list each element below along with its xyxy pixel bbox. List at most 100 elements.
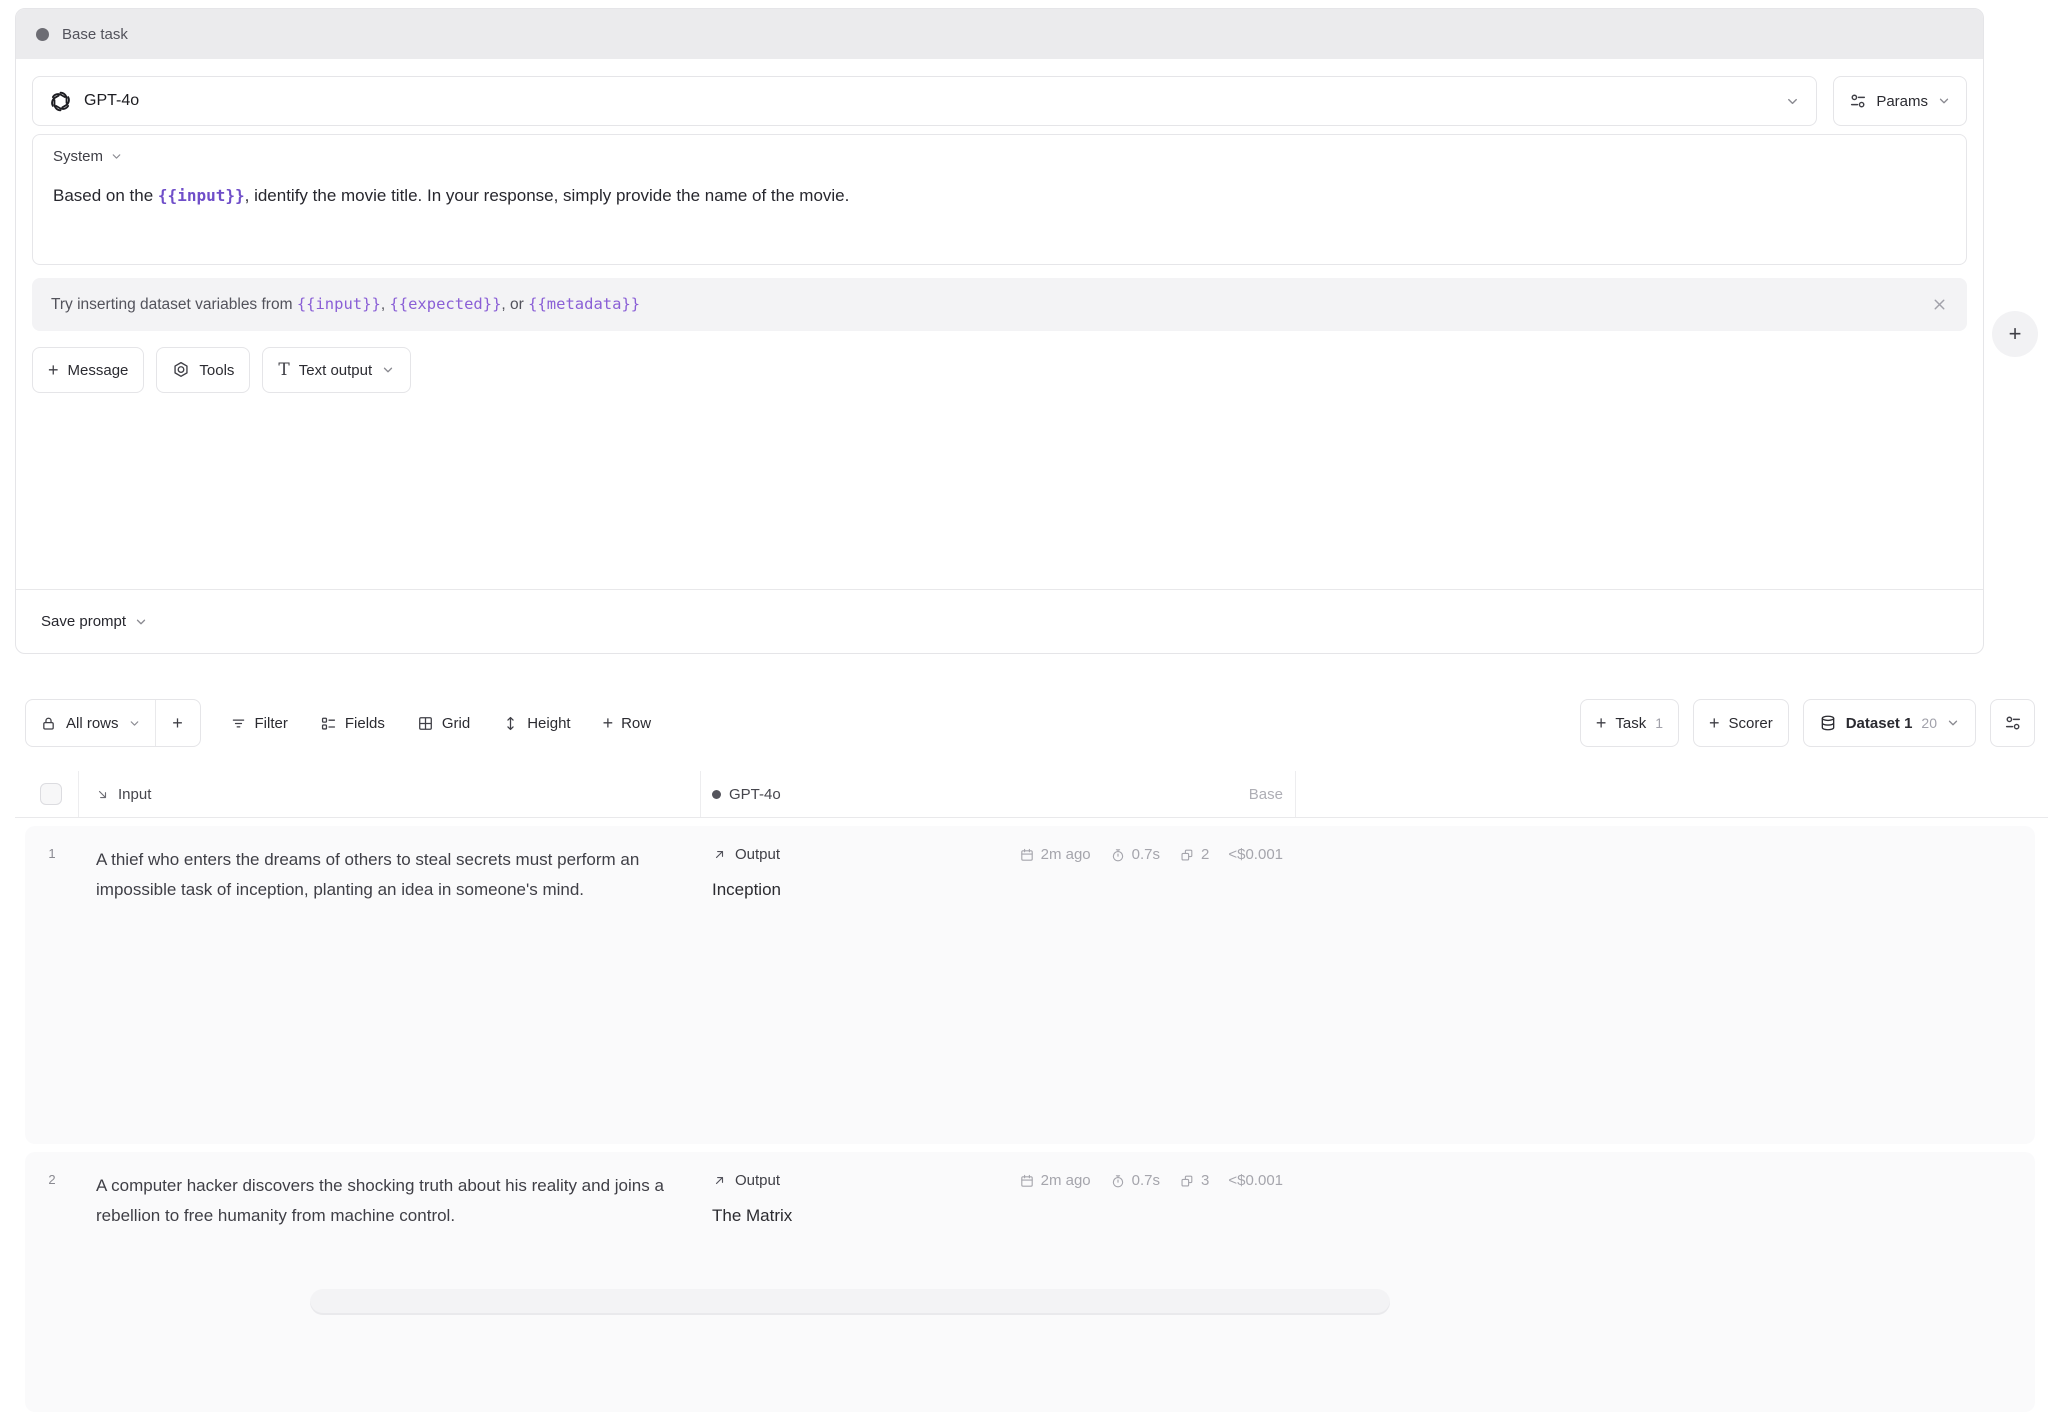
all-rows-dropdown[interactable]: All rows: [26, 700, 155, 746]
grid-button[interactable]: Grid: [404, 699, 483, 747]
duration-value: 0.7s: [1132, 1172, 1160, 1189]
prompt-text[interactable]: Based on the {{input}}, identify the mov…: [53, 182, 1946, 209]
row-input-cell: A computer hacker discovers the shocking…: [96, 1171, 674, 1231]
cost-value: <$0.001: [1228, 1172, 1283, 1189]
scorer-label: Scorer: [1729, 715, 1773, 732]
hint-text: Try inserting dataset variables from {{i…: [51, 295, 1931, 314]
database-icon: [1819, 714, 1837, 732]
toolbar-right: + Task 1 + Scorer Dataset 1 20: [1580, 699, 2035, 747]
grid-icon: [417, 715, 434, 732]
output-value: The Matrix: [712, 1206, 792, 1226]
fields-label: Fields: [345, 715, 385, 732]
dataset-count: 20: [1921, 715, 1937, 731]
tools-label: Tools: [199, 362, 234, 379]
row-number: 1: [41, 846, 63, 861]
prompt-input-variable: {{input}}: [158, 186, 245, 205]
text-output-button[interactable]: T Text output: [262, 347, 411, 393]
sliders-icon: [2004, 714, 2022, 732]
hint-metadata-variable: {{metadata}}: [528, 295, 640, 313]
hexagon-nut-icon: [172, 361, 190, 379]
model-name: GPT-4o: [84, 92, 139, 110]
timestamp: 2m ago: [1019, 846, 1091, 863]
chevron-down-icon: [1946, 716, 1960, 730]
token-count-value: 3: [1201, 1172, 1209, 1189]
plus-icon: +: [172, 714, 183, 732]
height-label: Height: [527, 715, 570, 732]
timestamp: 2m ago: [1019, 1172, 1091, 1189]
plus-icon: +: [48, 361, 59, 379]
cost: <$0.001: [1228, 1172, 1283, 1189]
dataset-selector[interactable]: Dataset 1 20: [1803, 699, 1976, 747]
prompt-editor[interactable]: System Based on the {{input}}, identify …: [32, 134, 1967, 265]
dataset-label: Dataset 1: [1846, 715, 1913, 732]
token-count-value: 2: [1201, 846, 1209, 863]
filter-lines-icon: [230, 715, 247, 732]
chevron-down-icon: [1937, 94, 1951, 108]
row-height-icon: [502, 715, 519, 732]
toolbar-left: All rows + Filter: [25, 699, 664, 747]
tools-button[interactable]: Tools: [156, 347, 250, 393]
timestamp-value: 2m ago: [1041, 846, 1091, 863]
model-select[interactable]: GPT-4o: [32, 76, 1817, 126]
add-task-panel-button[interactable]: +: [1992, 311, 2038, 357]
add-scorer-button[interactable]: + Scorer: [1693, 699, 1789, 747]
filter-label: Filter: [255, 715, 288, 732]
hint-expected-variable: {{expected}}: [389, 295, 501, 313]
calendar-icon: [1019, 847, 1035, 863]
dataset-variables-hint: Try inserting dataset variables from {{i…: [32, 278, 1967, 331]
prompt-text-after: , identify the movie title. In your resp…: [245, 186, 850, 205]
add-row-label: Row: [621, 715, 651, 732]
timestamp-value: 2m ago: [1041, 1172, 1091, 1189]
table-settings-button[interactable]: [1990, 699, 2035, 747]
add-row-button[interactable]: + Row: [590, 699, 665, 747]
token-count: 3: [1179, 1172, 1209, 1189]
input-column-label: Input: [118, 786, 151, 803]
add-message-button[interactable]: + Message: [32, 347, 144, 393]
message-role-dropdown[interactable]: System: [53, 148, 123, 165]
text-output-label: Text output: [299, 362, 372, 379]
row-metadata: 2m ago 0.7s 2 <$0.001: [712, 846, 1283, 863]
tokens-icon: [1179, 847, 1195, 863]
model-status-dot-icon: [712, 790, 721, 799]
filter-button[interactable]: Filter: [217, 699, 301, 747]
prompt-actions: + Message Tools T Text output: [32, 347, 1967, 393]
column-header-input[interactable]: Input: [95, 771, 151, 817]
table-header: Input GPT-4o Base: [15, 771, 2048, 818]
add-view-button[interactable]: +: [155, 700, 200, 746]
height-button[interactable]: Height: [489, 699, 583, 747]
sliders-icon: [1849, 92, 1867, 110]
grid-label: Grid: [442, 715, 470, 732]
row-metadata: 2m ago 0.7s 3 <$0.001: [712, 1172, 1283, 1189]
save-prompt-label: Save prompt: [41, 613, 126, 630]
tokens-icon: [1179, 1173, 1195, 1189]
chevron-down-icon: [1785, 94, 1800, 109]
layout-list-icon: [320, 715, 337, 732]
openai-logo-icon: [49, 90, 72, 113]
chevron-down-icon: [134, 615, 148, 629]
table-row[interactable]: 1 A thief who enters the dreams of other…: [25, 826, 2035, 1144]
duration: 0.7s: [1110, 1172, 1160, 1189]
column-divider: [1295, 771, 1296, 817]
column-header-model[interactable]: GPT-4o: [712, 771, 781, 817]
fields-button[interactable]: Fields: [307, 699, 398, 747]
params-button[interactable]: Params: [1833, 76, 1967, 126]
add-task-button[interactable]: + Task 1: [1580, 699, 1679, 747]
task-status-dot-icon: [36, 28, 49, 41]
arrow-down-right-icon: [95, 787, 110, 802]
chevron-down-icon: [128, 717, 141, 730]
calendar-icon: [1019, 1173, 1035, 1189]
select-all-checkbox[interactable]: [40, 783, 62, 805]
prompt-text-before: Based on the: [53, 186, 158, 205]
role-label: System: [53, 148, 103, 165]
table-row[interactable]: 2 A computer hacker discovers the shocki…: [25, 1152, 2035, 1412]
close-icon[interactable]: [1931, 296, 1948, 313]
task-label: Task: [1615, 715, 1646, 732]
view-selector: All rows +: [25, 699, 201, 747]
stopwatch-icon: [1110, 847, 1126, 863]
task-count: 1: [1655, 715, 1663, 731]
chevron-down-icon: [381, 363, 395, 377]
horizontal-scrollbar[interactable]: [310, 1289, 1390, 1315]
plus-icon: +: [1709, 714, 1720, 732]
token-count: 2: [1179, 846, 1209, 863]
save-prompt-button[interactable]: Save prompt: [16, 589, 1983, 653]
